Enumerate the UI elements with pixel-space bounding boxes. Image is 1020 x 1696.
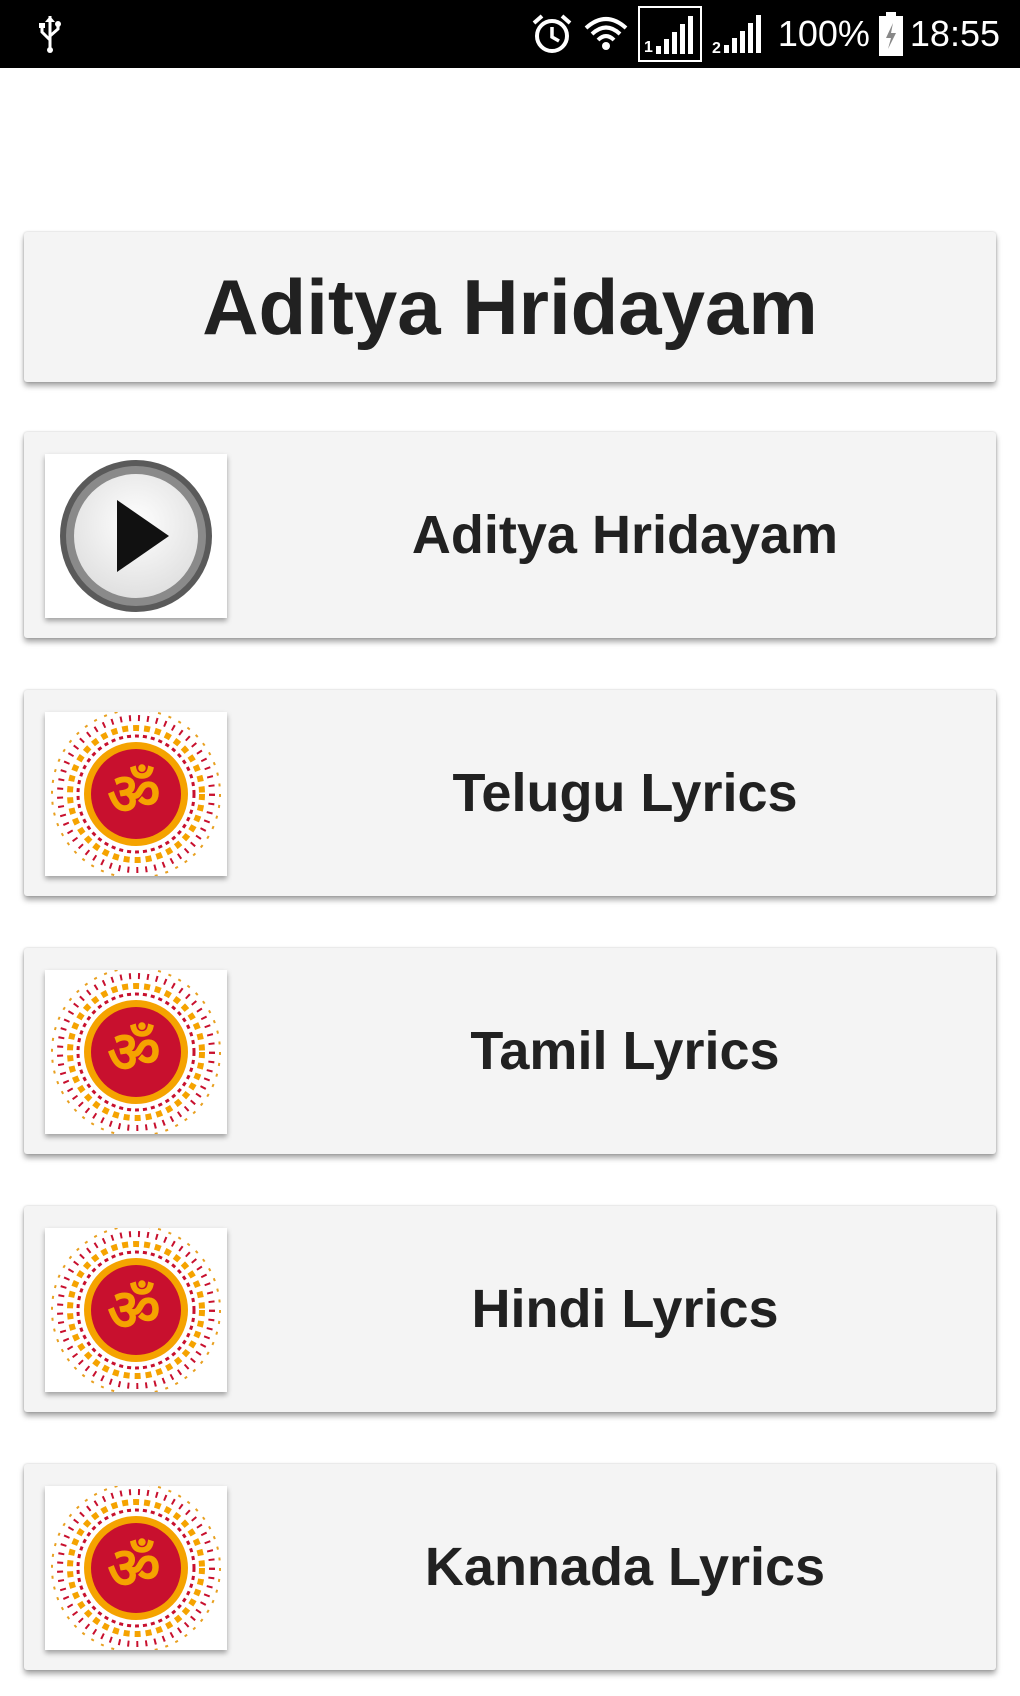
menu-item-telugu-lyrics[interactable]: ॐ Telugu Lyrics [24, 690, 996, 896]
thumbnail: ॐ [45, 1228, 227, 1392]
alarm-icon [532, 14, 572, 53]
menu-item-label: Hindi Lyrics [471, 1279, 779, 1339]
thumbnail: ॐ [45, 712, 227, 876]
thumbnail: ॐ [45, 970, 227, 1134]
svg-text:1: 1 [644, 39, 653, 56]
status-bar: 1 2 100% 18:55 [0, 0, 1020, 68]
svg-text:ॐ: ॐ [108, 1276, 161, 1344]
status-icons: 1 2 100% 18:55 [522, 0, 1000, 68]
play-icon [60, 460, 212, 612]
page-title-card: Aditya Hridayam [24, 232, 996, 382]
signal-sim2-icon: 2 [712, 15, 761, 57]
thumbnail [45, 454, 227, 618]
svg-text:ॐ: ॐ [108, 760, 161, 828]
menu-item-tamil-lyrics[interactable]: ॐ Tamil Lyrics [24, 948, 996, 1154]
menu-item-label: Telugu Lyrics [452, 763, 798, 823]
thumbnail: ॐ [45, 1486, 227, 1650]
svg-text:2: 2 [712, 40, 721, 57]
page-title: Aditya Hridayam [202, 262, 818, 351]
clock-time: 18:55 [909, 13, 1000, 54]
om-mandala-icon: ॐ [51, 1228, 221, 1392]
menu-item-label: Kannada Lyrics [424, 1537, 826, 1597]
battery-percent: 100% [777, 13, 870, 54]
om-mandala-icon: ॐ [51, 712, 221, 876]
wifi-icon [584, 17, 628, 50]
menu-item-kannada-lyrics[interactable]: ॐ Kannada Lyrics [24, 1464, 996, 1670]
menu-item-label: Tamil Lyrics [470, 1021, 780, 1081]
om-mandala-icon: ॐ [51, 1486, 221, 1650]
menu-item-audio[interactable]: Aditya Hridayam [24, 432, 996, 638]
menu-item-hindi-lyrics[interactable]: ॐ Hindi Lyrics [24, 1206, 996, 1412]
om-mandala-icon: ॐ [51, 970, 221, 1134]
battery-charging-icon [878, 12, 903, 56]
svg-text:ॐ: ॐ [108, 1018, 161, 1086]
svg-text:ॐ: ॐ [108, 1534, 161, 1602]
usb-icon [39, 16, 61, 53]
signal-sim1-icon: 1 [637, 6, 702, 62]
menu-item-label: Aditya Hridayam [411, 505, 839, 565]
